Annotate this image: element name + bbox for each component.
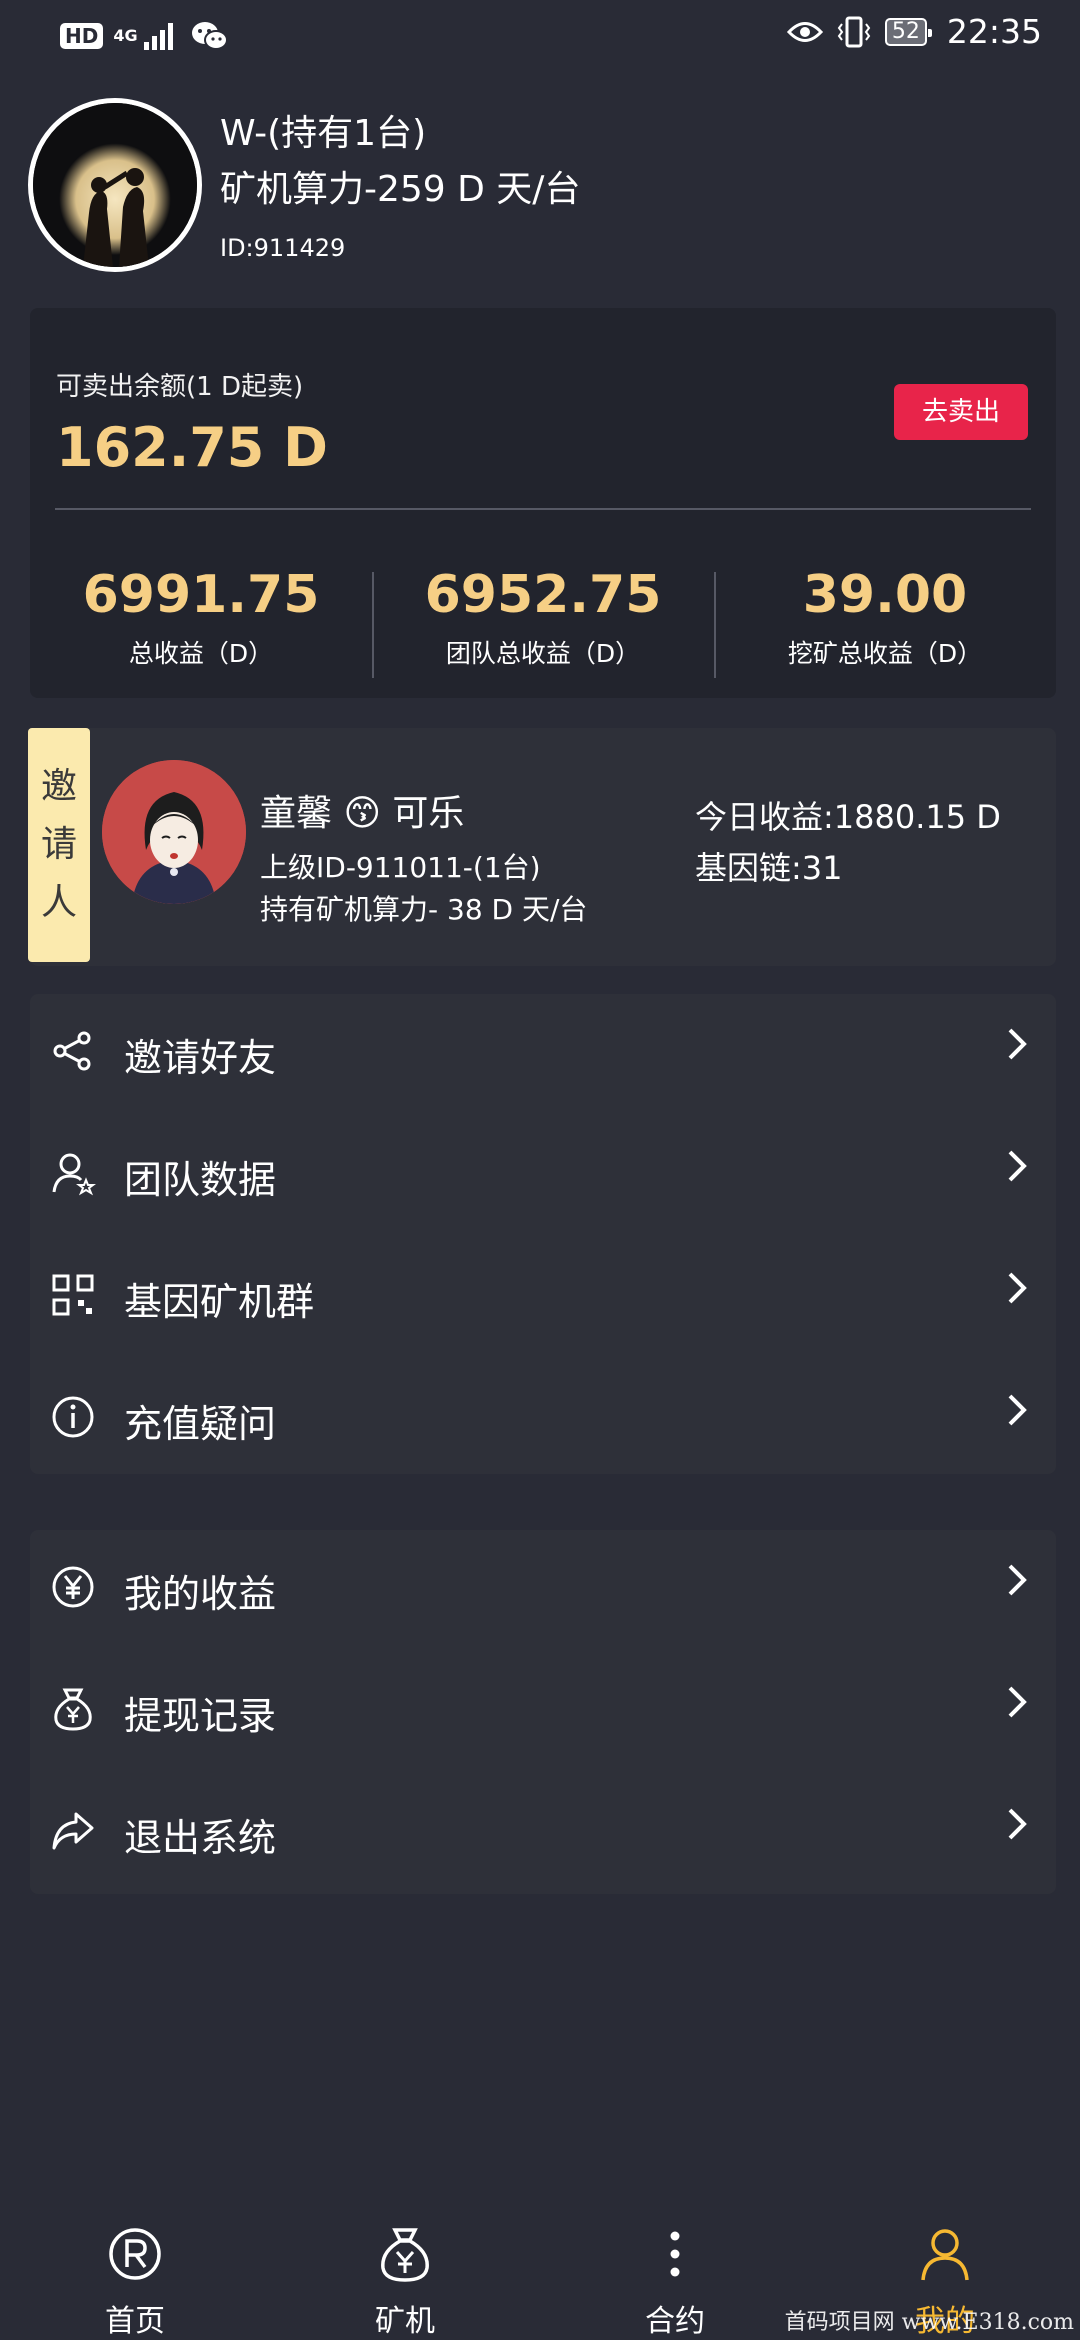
- eye-icon: [786, 21, 823, 42]
- divider: [55, 508, 1031, 510]
- vibrate-icon: [837, 16, 871, 47]
- menu-group-secondary: 我的收益 提现记录 退出系统: [30, 1530, 1056, 1894]
- inviter-today-income: 今日收益:1880.15 D: [695, 798, 1001, 836]
- menu-label: 团队数据: [124, 1158, 277, 1202]
- menu-item-team-data[interactable]: 团队数据: [30, 1120, 1056, 1220]
- menu-item-logout[interactable]: 退出系统: [30, 1778, 1056, 1878]
- menu-item-gene-miner-group[interactable]: 基因矿机群: [30, 1242, 1056, 1342]
- inviter-card: 邀 请 人 童馨 😙 可乐 上级ID-911011-(1台) 持有矿机算力- 3…: [28, 728, 1056, 966]
- stat-value: 39.00: [802, 565, 968, 625]
- money-bag-icon: [381, 2228, 429, 2282]
- inviter-badge: 邀 请 人: [28, 728, 90, 962]
- inviter-mining-power: 持有矿机算力- 38 D 天/台: [260, 893, 588, 926]
- grid-icon: [52, 1274, 94, 1316]
- menu-label: 充值疑问: [124, 1402, 277, 1446]
- stat-label: 总收益（D）: [128, 639, 274, 668]
- chevron-right-icon: [1008, 1808, 1027, 1840]
- stat-label: 挖矿总收益（D）: [787, 639, 983, 668]
- battery-indicator: 52: [884, 17, 932, 46]
- inviter-gene-chain: 基因链:31: [695, 849, 843, 887]
- inviter-avatar[interactable]: [102, 760, 246, 904]
- stat-team-income: 6952.75 团队总收益（D）: [372, 560, 714, 680]
- chevron-right-icon: [1008, 1394, 1027, 1426]
- more-vertical-icon: [670, 2231, 680, 2277]
- user-icon: [921, 2229, 969, 2281]
- tab-home[interactable]: 首页: [0, 2200, 270, 2340]
- menu-item-invite-friends[interactable]: 邀请好友: [30, 998, 1056, 1098]
- stat-total-income: 6991.75 总收益（D）: [30, 560, 372, 680]
- avatar-image: [33, 103, 197, 267]
- menu-item-recharge-questions[interactable]: 充值疑问: [30, 1364, 1056, 1464]
- user-star-icon: [52, 1153, 96, 1196]
- inviter-avatar-image: [102, 760, 246, 904]
- tab-label: 首页: [105, 2304, 165, 2339]
- profile-id: ID:911429: [220, 234, 346, 262]
- signal-icon: [143, 23, 173, 50]
- badge-char: 请: [40, 824, 77, 865]
- chevron-right-icon: [1008, 1150, 1027, 1182]
- profile-header: W-(持有1台) 矿机算力-259 D 天/台 ID:911429: [28, 98, 1058, 278]
- status-bar: HD 4G 52 22:35: [0, 0, 1080, 76]
- stat-mining-income: 39.00 挖矿总收益（D）: [714, 560, 1056, 680]
- profile-name: W-(持有1台): [220, 113, 427, 154]
- registered-icon: [109, 2228, 161, 2280]
- badge-char: 邀: [40, 766, 77, 807]
- profile-mining-power: 矿机算力-259 D 天/台: [220, 169, 581, 210]
- yen-circle-icon: [52, 1566, 94, 1608]
- inviter-superior-id: 上级ID-911011-(1台): [260, 851, 541, 884]
- menu-label: 提现记录: [124, 1694, 277, 1738]
- tab-label: 合约: [645, 2304, 705, 2339]
- stat-value: 6991.75: [82, 565, 320, 625]
- sell-button[interactable]: 去卖出: [894, 384, 1028, 440]
- menu-label: 邀请好友: [124, 1036, 277, 1080]
- menu-label: 我的收益: [124, 1572, 277, 1616]
- chevron-right-icon: [1008, 1028, 1027, 1060]
- chevron-right-icon: [1008, 1272, 1027, 1304]
- info-icon: [52, 1396, 94, 1438]
- tab-label: 矿机: [375, 2304, 435, 2339]
- balance-card: 可卖出余额(1 D起卖) 162.75 D 去卖出 6991.75 总收益（D）…: [30, 308, 1056, 698]
- exit-arrow-icon: [52, 1812, 94, 1850]
- menu-item-my-income[interactable]: 我的收益: [30, 1534, 1056, 1634]
- sellable-balance-label: 可卖出余额(1 D起卖): [56, 372, 304, 402]
- stat-label: 团队总收益（D）: [445, 639, 641, 668]
- menu-group-primary: 邀请好友 团队数据 基因矿机群 充值疑问: [30, 994, 1056, 1474]
- menu-label: 退出系统: [124, 1816, 277, 1860]
- tab-miners[interactable]: 矿机: [270, 2200, 540, 2340]
- tab-contracts[interactable]: 合约: [540, 2200, 810, 2340]
- clock: 22:35: [946, 12, 1042, 51]
- wechat-icon: [191, 22, 228, 50]
- menu-label: 基因矿机群: [124, 1280, 315, 1324]
- money-bag-icon: [54, 1688, 92, 1731]
- chevron-right-icon: [1008, 1686, 1027, 1718]
- watermark: 首码项目网 www.E318.com: [784, 2310, 1074, 2335]
- income-stats: 6991.75 总收益（D） 6952.75 团队总收益（D） 39.00 挖矿…: [30, 560, 1056, 680]
- network-type: 4G: [113, 26, 138, 45]
- menu-item-withdraw-records[interactable]: 提现记录: [30, 1656, 1056, 1756]
- hd-indicator: HD: [60, 23, 104, 49]
- inviter-name: 童馨 😙 可乐: [260, 793, 465, 834]
- badge-char: 人: [40, 882, 77, 923]
- stat-value: 6952.75: [424, 565, 662, 625]
- avatar[interactable]: [28, 98, 202, 272]
- chevron-right-icon: [1008, 1564, 1027, 1596]
- share-icon: [53, 1031, 91, 1071]
- sellable-balance-value: 162.75 D: [56, 416, 329, 479]
